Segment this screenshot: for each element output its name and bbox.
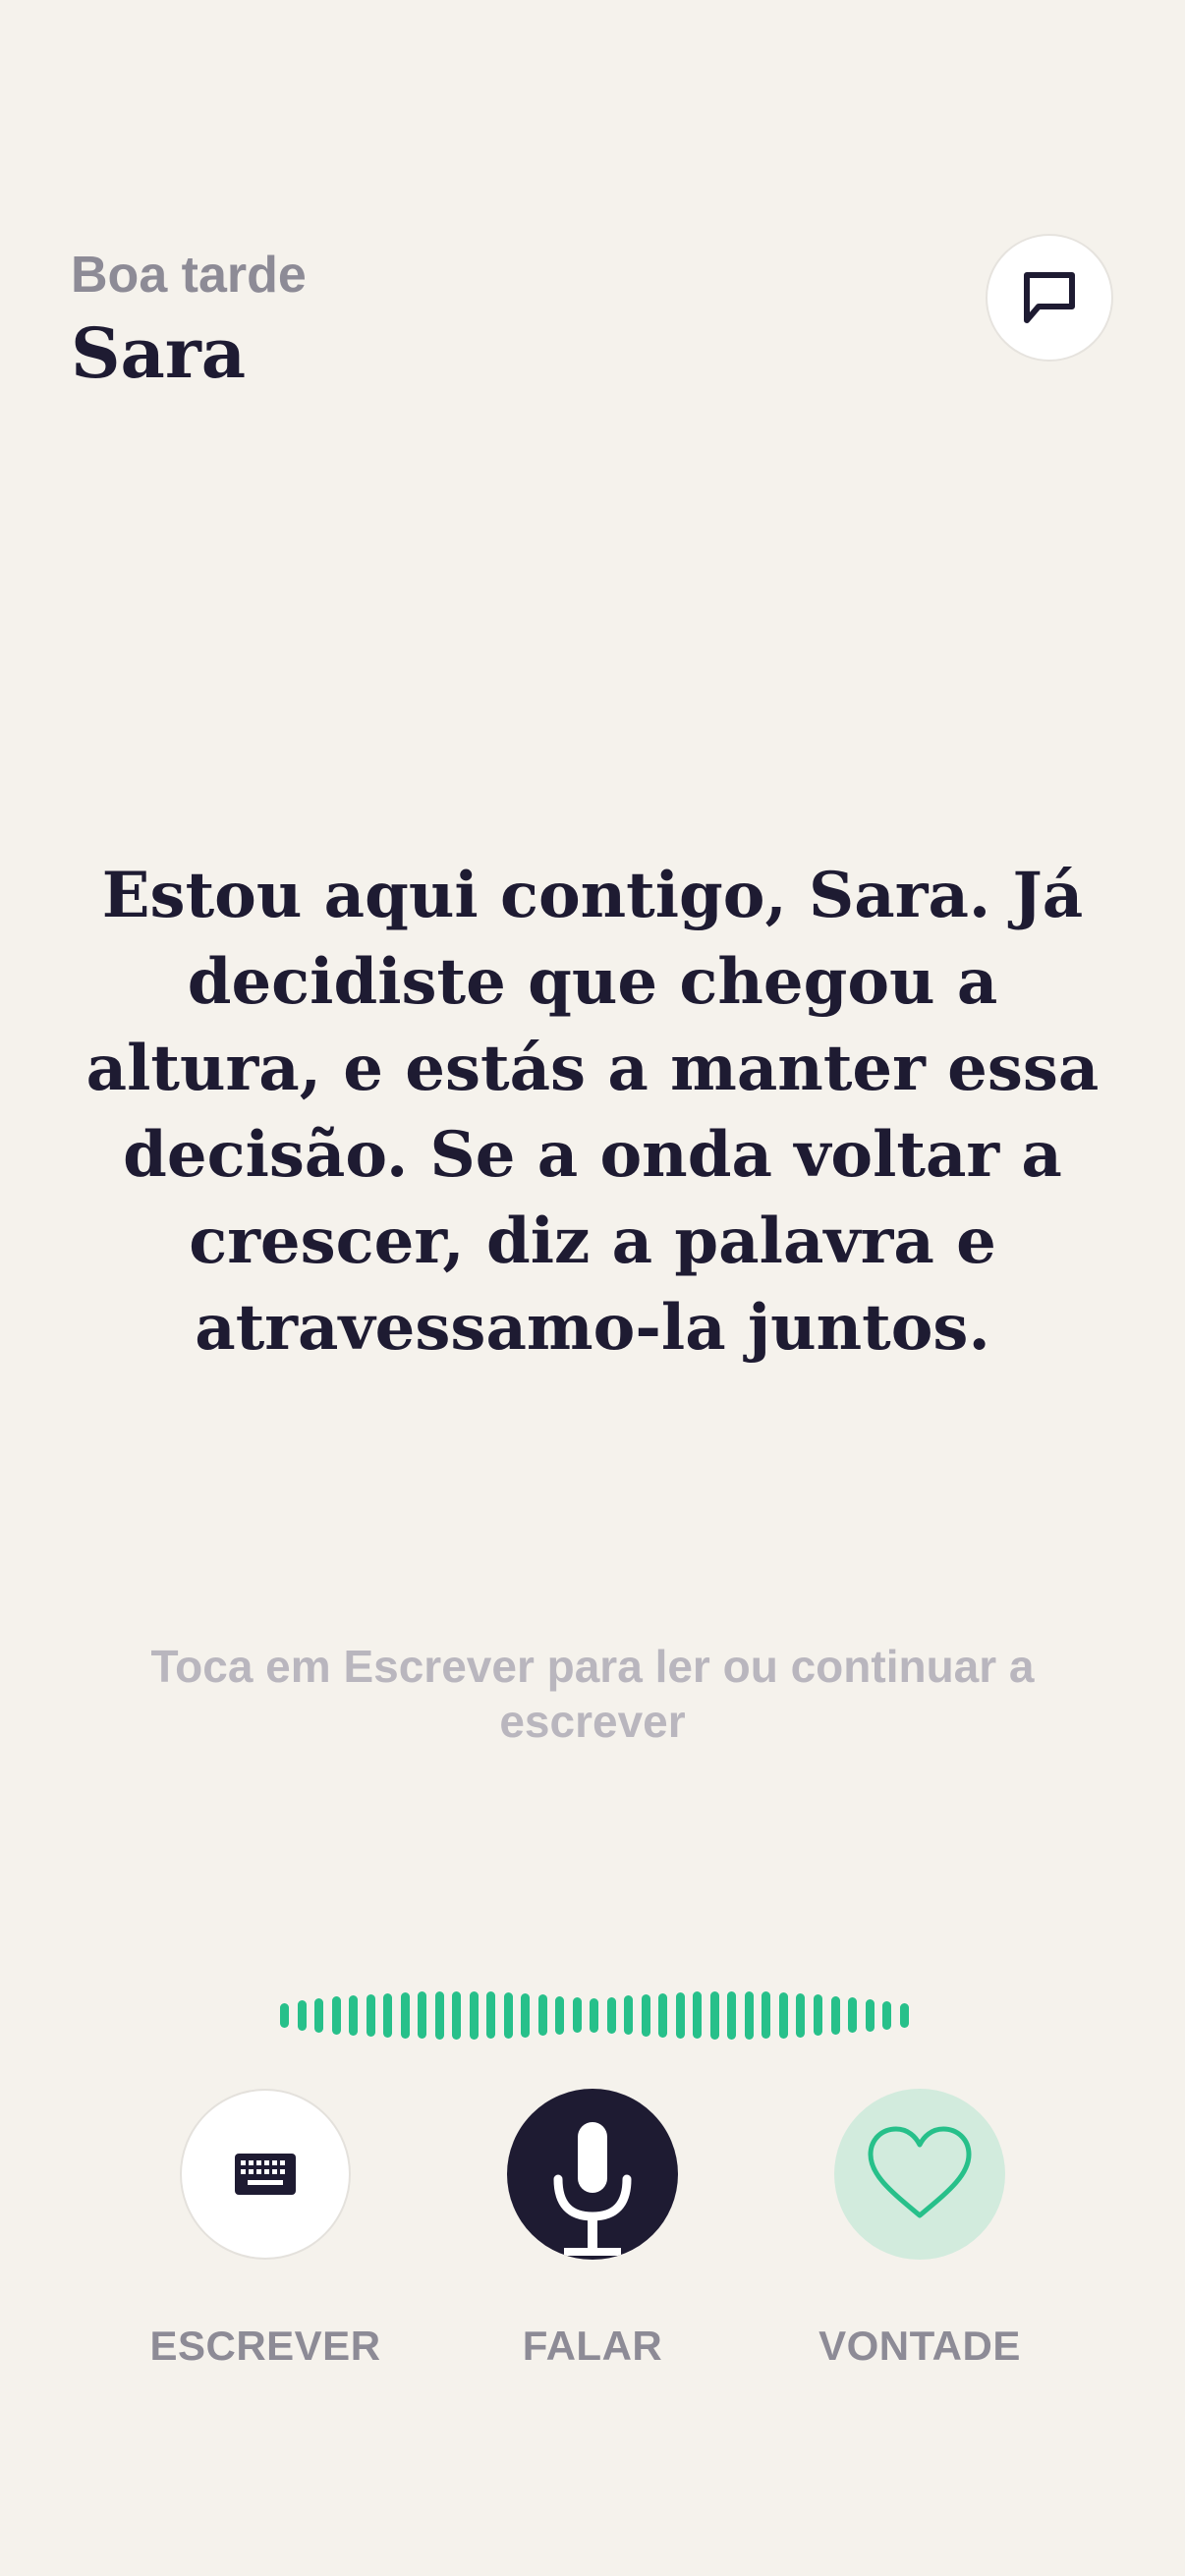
waveform-bar [658,1992,668,2038]
speak-button[interactable] [507,2089,678,2260]
waveform-bar [418,1991,427,2039]
waveform-bar [366,1993,375,2037]
waveform-bar [537,1994,547,2036]
waveform-bar [331,1995,341,2035]
waveform-bar [503,1991,513,2039]
waveform-bar [486,1991,496,2039]
waveform-bar [349,1994,359,2036]
waveform-bar [709,1990,719,2040]
waveform-bar [813,1994,822,2036]
write-button[interactable] [180,2089,351,2260]
voice-waveform [280,1990,909,2040]
waveform-bar [434,1990,444,2040]
waveform-bar [521,1992,531,2038]
waveform-bar [624,1995,634,2035]
waveform-bar [400,1991,410,2039]
waveform-bar [280,2002,289,2028]
greeting-text: Boa tarde [71,247,307,304]
waveform-bar [555,1995,565,2035]
waveform-bar [383,1992,393,2038]
waveform-bar [830,1995,840,2035]
desire-button[interactable] [834,2089,1005,2260]
waveform-bar [693,1991,703,2039]
waveform-bar [762,1991,771,2039]
waveform-bar [469,1990,479,2040]
waveform-bar [882,2000,892,2030]
waveform-bar [572,1997,582,2033]
chat-bubble-icon [1024,272,1075,323]
waveform-bar [297,1999,307,2031]
waveform-bar [727,1990,737,2040]
waveform-bar [590,1997,599,2033]
waveform-bar [452,1990,462,2040]
speak-label: FALAR [522,2323,663,2369]
waveform-bar [899,2002,909,2028]
waveform-bar [744,1990,754,2040]
microphone-icon [553,2122,632,2256]
assistant-message: Estou aqui contigo, Sara. Já decidiste q… [85,859,1100,1365]
waveform-bar [865,1998,875,2032]
waveform-bar [796,1992,806,2038]
waveform-bar [314,1997,324,2033]
waveform-bar [606,1996,616,2034]
waveform-bar [675,1991,685,2039]
user-name: Sara [71,312,247,394]
waveform-bar [641,1993,650,2037]
waveform-bar [778,1991,788,2039]
desire-label: VONTADE [818,2323,1021,2369]
hint-text: Toca em Escrever para ler ou continuar a… [150,1641,1035,1747]
heart-icon [868,2126,972,2218]
chat-button[interactable] [986,234,1113,362]
write-label: ESCREVER [149,2323,381,2369]
waveform-bar [848,1997,858,2033]
keyboard-icon [235,2154,296,2195]
